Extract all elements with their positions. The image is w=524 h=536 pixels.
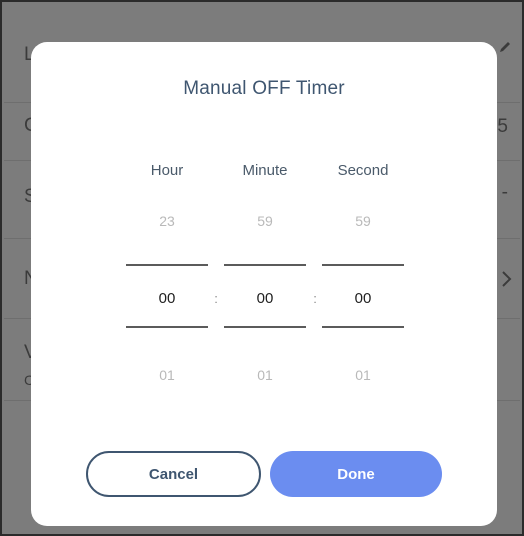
- hour-prev-value[interactable]: 23: [126, 213, 208, 229]
- hour-selection-line-top: [126, 264, 208, 266]
- background-item-value: 5: [497, 116, 508, 137]
- minute-next-value[interactable]: 01: [224, 367, 306, 383]
- second-prev-value[interactable]: 59: [322, 213, 404, 229]
- second-header: Second: [337, 162, 389, 179]
- minute-selection-line-bottom: [224, 326, 306, 328]
- hour-next-value[interactable]: 01: [126, 367, 208, 383]
- manual-off-timer-dialog: Manual OFF Timer Hour Minute Second 23 5…: [31, 42, 497, 526]
- chevron-right-icon: [502, 271, 512, 287]
- dialog-title: Manual OFF Timer: [183, 78, 345, 99]
- done-button[interactable]: Done: [270, 451, 442, 497]
- second-selection-line-top: [322, 264, 404, 266]
- minute-header: Minute: [242, 162, 288, 179]
- time-separator: :: [214, 291, 218, 306]
- minute-prev-value[interactable]: 59: [224, 213, 306, 229]
- second-picker[interactable]: 00: [322, 290, 404, 307]
- minute-picker[interactable]: 00: [224, 290, 306, 307]
- second-next-value[interactable]: 01: [322, 367, 404, 383]
- minute-selection-line-top: [224, 264, 306, 266]
- cancel-button[interactable]: Cancel: [86, 451, 261, 497]
- hour-header: Hour: [150, 162, 184, 179]
- pencil-icon: [500, 42, 510, 52]
- second-selection-line-bottom: [322, 326, 404, 328]
- background-item-value: -: [501, 182, 508, 203]
- hour-picker[interactable]: 00: [126, 290, 208, 307]
- hour-selection-line-bottom: [126, 326, 208, 328]
- time-separator: :: [313, 291, 317, 306]
